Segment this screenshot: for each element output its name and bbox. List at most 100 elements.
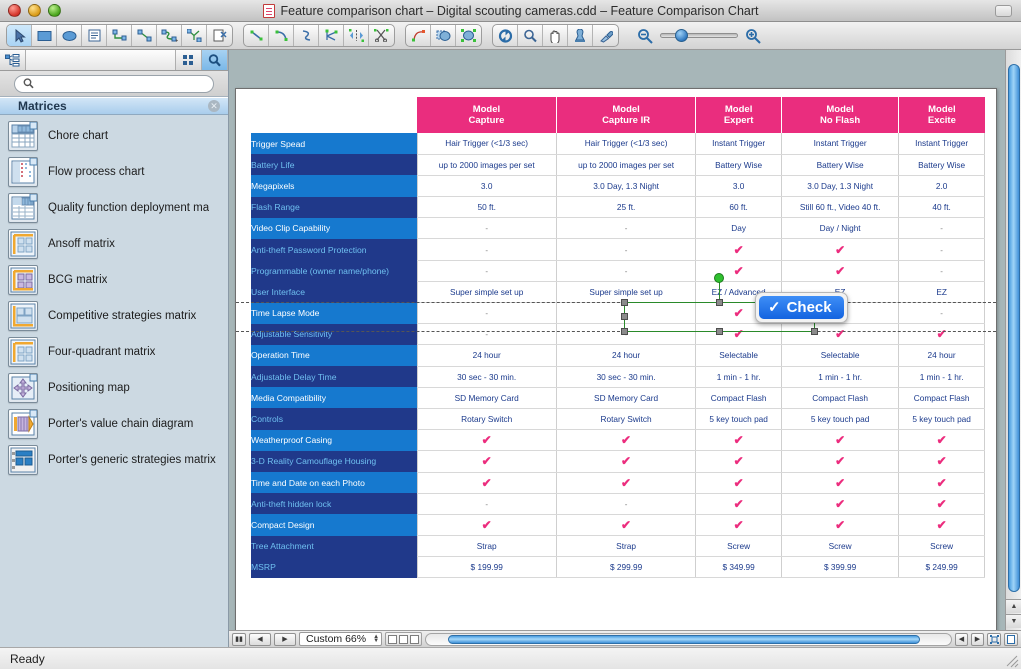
table-cell[interactable]: 1 min - 1 hr. [898, 366, 985, 388]
table-cell[interactable]: - [898, 238, 985, 261]
check-icon[interactable]: ✔ [734, 454, 744, 468]
table-cell[interactable]: 24 hour [416, 344, 557, 367]
zoom-in-icon[interactable] [745, 28, 761, 44]
table-row[interactable]: MSRP $ 199.99 $ 299.99 $ 349.99 $ 399.99 $ 24… [251, 556, 985, 579]
table-row[interactable]: Media Compatibility SD Memory Card SD Memo… [251, 387, 985, 409]
list-item[interactable]: Porter's generic strategies matrix [0, 442, 228, 478]
table-cell[interactable]: ✔ [695, 238, 782, 261]
line-icon[interactable] [244, 25, 269, 46]
table-cell[interactable]: $ 199.99 [416, 556, 557, 579]
check-icon[interactable]: ✔ [835, 497, 845, 511]
table-cell[interactable]: $ 249.99 [898, 556, 985, 579]
table-cell[interactable]: ✔ [780, 429, 900, 452]
direct-connector-icon[interactable] [132, 25, 157, 46]
check-icon[interactable]: ✔ [734, 306, 744, 320]
table-cell[interactable]: Screw [898, 535, 985, 558]
mirror-icon[interactable] [344, 25, 369, 46]
horizontal-scroll-thumb[interactable] [448, 634, 921, 644]
table-cell[interactable]: 24 hour [555, 344, 697, 367]
table-row[interactable]: Video Clip Capability - - Day Day / Night - [251, 217, 985, 240]
check-icon[interactable]: ✔ [835, 327, 845, 341]
table-cell[interactable]: ✔ [695, 450, 782, 473]
table-cell[interactable]: ✔ [555, 514, 697, 537]
rectangle-icon[interactable] [32, 25, 57, 46]
table-cell[interactable]: 25 ft. [555, 196, 697, 219]
vertical-scroll-thumb[interactable] [1008, 64, 1020, 592]
table-cell[interactable]: ✔ [780, 514, 900, 537]
table-cell[interactable]: Hair Trigger (<1/3 sec) [416, 133, 557, 155]
toolbar-toggle-button[interactable] [995, 5, 1012, 17]
table-cell[interactable]: 60 ft. [695, 196, 782, 219]
check-icon[interactable]: ✔ [734, 433, 744, 447]
table-cell[interactable]: - [555, 260, 697, 282]
table-cell[interactable]: Battery Wise [780, 154, 900, 176]
prev-page-icon[interactable]: ◀ [249, 632, 271, 646]
table-cell[interactable]: ✔ [898, 450, 985, 473]
table-cell[interactable]: 24 hour [898, 344, 985, 367]
table-cell[interactable]: ✔ [695, 493, 782, 515]
table-cell[interactable]: $ 299.99 [555, 556, 697, 579]
stamp-icon[interactable] [568, 25, 593, 46]
table-cell[interactable]: Compact Flash [695, 387, 782, 409]
table-cell[interactable]: Hair Trigger (<1/3 sec) [555, 133, 697, 155]
table-cell[interactable]: Selectable [695, 344, 782, 367]
table-cell[interactable]: - [416, 323, 557, 346]
tree-connector-icon[interactable] [182, 25, 207, 46]
zoom-out-icon[interactable] [637, 28, 653, 44]
group-icon[interactable] [456, 25, 481, 46]
table-cell[interactable]: Strap [416, 535, 557, 558]
zoom-slider[interactable] [660, 29, 738, 42]
table-cell[interactable]: Still 60 ft., Video 40 ft. [780, 196, 900, 219]
table-cell[interactable]: Screw [695, 535, 782, 558]
table-cell[interactable]: 3.0 [695, 175, 782, 198]
table-cell[interactable]: Day [695, 217, 782, 240]
list-item[interactable]: BCG matrix [0, 262, 228, 298]
table-cell[interactable]: 5 key touch pad [898, 408, 985, 431]
table-cell[interactable]: 50 ft. [416, 196, 557, 219]
table-cell[interactable]: - [416, 238, 557, 261]
table-cell[interactable]: - [416, 302, 557, 325]
table-cell[interactable]: ✔ [555, 429, 697, 452]
table-cell[interactable]: Super simple set up [555, 281, 697, 304]
table-cell[interactable]: 3.0 [416, 175, 557, 198]
table-cell[interactable]: - [416, 260, 557, 282]
check-icon[interactable]: ✔ [482, 433, 492, 447]
table-cell[interactable]: 5 key touch pad [695, 408, 782, 431]
table-row[interactable]: User Interface Super simple set up Super s… [251, 281, 985, 304]
round-connector-icon[interactable] [157, 25, 182, 46]
table-cell[interactable]: ✔ [416, 429, 557, 452]
check-icon[interactable]: ✔ [621, 454, 631, 468]
table-cell[interactable]: Strap [555, 535, 697, 558]
list-item[interactable]: Porter's value chain diagram [0, 406, 228, 442]
table-row[interactable]: Anti-theft hidden lock - - ✔ ✔ ✔ [251, 493, 985, 515]
table-row[interactable]: Programmable (owner name/phone) - - ✔ ✔ - [251, 260, 985, 282]
table-cell[interactable]: up to 2000 images per set [416, 154, 557, 176]
table-cell[interactable]: 3.0 Day, 1.3 Night [555, 175, 697, 198]
table-cell[interactable]: ✔ [416, 472, 557, 494]
zoom-level-field[interactable]: Custom 66% ▲ ▼ [299, 632, 383, 646]
table-cell[interactable]: 1 min - 1 hr. [695, 366, 782, 388]
table-cell[interactable]: ✔ [898, 493, 985, 515]
check-icon[interactable]: ✔ [937, 497, 947, 511]
fit-page-icon[interactable] [987, 632, 1001, 646]
rotate-icon[interactable] [493, 25, 518, 46]
table-cell[interactable]: ✔ [555, 472, 697, 494]
table-cell[interactable]: ✔ [780, 323, 900, 346]
view-normal-icon[interactable] [388, 634, 398, 644]
table-cell[interactable]: - [416, 217, 557, 240]
table-cell[interactable]: ✔ [780, 472, 900, 494]
table-cell[interactable]: - [555, 238, 697, 261]
pause-icon[interactable]: ▮▮ [232, 632, 246, 646]
polyline-icon[interactable] [319, 25, 344, 46]
list-item[interactable]: Competitive strategies matrix [0, 298, 228, 334]
check-icon[interactable]: ✔ [835, 476, 845, 490]
list-item[interactable]: Chore chart [0, 118, 228, 154]
list-item[interactable]: Four-quadrant matrix [0, 334, 228, 370]
check-icon[interactable]: ✔ [937, 454, 947, 468]
feature-comparison-table[interactable]: Model Capture Model Capture IR Model Exp… [251, 97, 985, 579]
search-icon[interactable] [202, 50, 228, 70]
table-cell[interactable]: ✔ [898, 514, 985, 537]
check-icon[interactable]: ✔ [734, 476, 744, 490]
close-section-icon[interactable]: ✕ [208, 100, 220, 112]
table-row[interactable]: Tree Attachment Strap Strap Screw Screw Screw [251, 535, 985, 558]
